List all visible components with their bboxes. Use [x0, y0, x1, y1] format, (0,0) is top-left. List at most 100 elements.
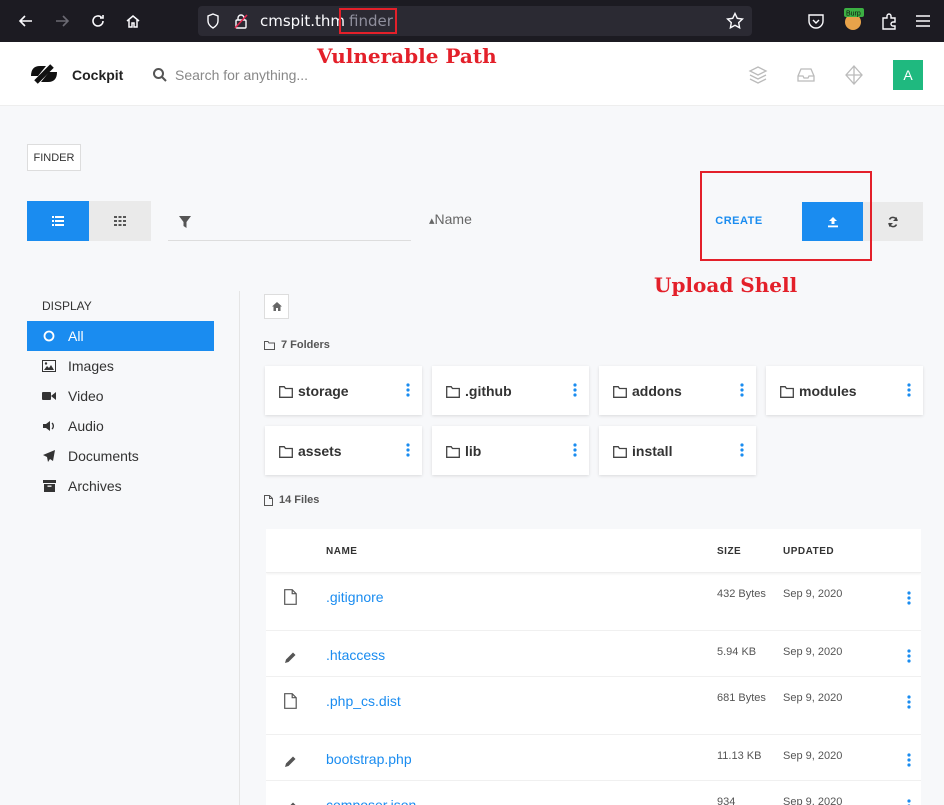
filter-input[interactable] — [168, 201, 411, 241]
table-row[interactable]: bootstrap.php 11.13 KB Sep 9, 2020 — [266, 735, 921, 781]
back-arrow-icon[interactable] — [16, 11, 36, 31]
list-view-button[interactable] — [27, 201, 89, 241]
column-header-updated[interactable]: UPDATED — [783, 546, 834, 557]
folder-card[interactable]: lib — [432, 426, 589, 475]
files-count: 14 Files — [264, 494, 319, 506]
folder-card[interactable]: modules — [766, 366, 923, 415]
kebab-menu-icon[interactable] — [573, 443, 577, 457]
refresh-button[interactable] — [863, 202, 923, 241]
file-name-link[interactable]: .htaccess — [326, 647, 385, 663]
file-icon — [264, 494, 273, 506]
kebab-menu-icon[interactable] — [907, 798, 911, 805]
kebab-menu-icon[interactable] — [406, 383, 410, 397]
finder-breadcrumb[interactable]: FINDER — [27, 144, 81, 171]
file-name-link[interactable]: .php_cs.dist — [326, 693, 401, 709]
file-size: 934 — [717, 796, 736, 805]
svg-text:Burp: Burp — [846, 11, 861, 18]
kebab-menu-icon[interactable] — [573, 383, 577, 397]
files-count-label: 14 Files — [279, 494, 320, 506]
kebab-menu-icon[interactable] — [907, 752, 911, 767]
refresh-icon — [888, 216, 898, 227]
folder-name: .github — [465, 382, 512, 399]
forward-arrow-icon[interactable] — [52, 11, 72, 31]
url-bar[interactable]: cmspit.thm finder — [198, 6, 752, 36]
file-updated: Sep 9, 2020 — [783, 692, 843, 704]
layers-icon[interactable] — [747, 64, 769, 86]
table-row[interactable]: .htaccess 5.94 KB Sep 9, 2020 — [266, 631, 921, 677]
bookmark-star-icon[interactable] — [725, 11, 745, 34]
kebab-menu-icon[interactable] — [907, 694, 911, 709]
diamond-icon[interactable] — [843, 64, 865, 86]
folder-icon — [264, 340, 275, 350]
paper-plane-icon — [41, 448, 57, 464]
avatar[interactable]: A — [893, 60, 923, 90]
sidebar-item-images[interactable]: Images — [27, 351, 214, 381]
column-header-name[interactable]: NAME — [326, 546, 357, 557]
kebab-menu-icon[interactable] — [907, 648, 911, 663]
sidebar-item-label: Video — [68, 388, 104, 404]
home-icon — [271, 302, 282, 311]
sidebar-divider — [239, 291, 240, 805]
burp-extension-icon[interactable]: Burp — [842, 8, 866, 36]
sidebar-item-label: Archives — [68, 478, 122, 494]
sidebar-item-label: Documents — [68, 448, 139, 464]
table-row[interactable]: .php_cs.dist 681 Bytes Sep 9, 2020 — [266, 677, 921, 735]
folder-icon — [613, 445, 627, 458]
column-header-size[interactable]: SIZE — [717, 546, 741, 557]
circle-icon — [41, 328, 57, 344]
grid-view-button[interactable] — [89, 201, 151, 241]
sidebar-item-documents[interactable]: Documents — [27, 441, 214, 471]
sidebar-item-label: All — [68, 328, 84, 344]
app-name[interactable]: Cockpit — [72, 67, 123, 83]
kebab-menu-icon[interactable] — [740, 383, 744, 397]
file-name-link[interactable]: .gitignore — [326, 589, 384, 605]
kebab-menu-icon[interactable] — [406, 443, 410, 457]
sidebar-item-video[interactable]: Video — [27, 381, 214, 411]
sidebar-item-archives[interactable]: Archives — [27, 471, 214, 501]
upload-shell-highlight — [700, 171, 872, 261]
folder-icon — [279, 445, 293, 458]
pocket-icon[interactable] — [807, 12, 825, 34]
file-name-link[interactable]: composer.json — [326, 797, 416, 805]
menu-hamburger-icon[interactable] — [915, 13, 931, 33]
folders-count-label: 7 Folders — [281, 339, 330, 351]
lock-warning-icon — [234, 13, 248, 33]
home-breadcrumb-button[interactable] — [264, 294, 289, 319]
shield-icon — [206, 13, 220, 33]
browser-toolbar: cmspit.thm finder Burp — [0, 0, 944, 42]
reload-icon[interactable] — [88, 11, 108, 31]
sort-by-name[interactable]: ▴︎Name — [429, 211, 472, 227]
file-name-link[interactable]: bootstrap.php — [326, 751, 412, 767]
folder-card[interactable]: storage — [265, 366, 422, 415]
folder-icon — [446, 445, 460, 458]
table-row[interactable]: composer.json 934 Sep 9, 2020 — [266, 781, 921, 805]
folder-card[interactable]: assets — [265, 426, 422, 475]
files-table: NAME SIZE UPDATED .gitignore 432 Bytes Sep… — [266, 529, 921, 805]
inbox-icon[interactable] — [795, 64, 817, 86]
table-row[interactable]: .gitignore 432 Bytes Sep 9, 2020 — [266, 573, 921, 631]
home-icon[interactable] — [123, 11, 143, 31]
folder-name: modules — [799, 382, 857, 399]
vulnerable-path-highlight — [339, 8, 397, 34]
folder-icon — [446, 385, 460, 398]
kebab-menu-icon[interactable] — [907, 590, 911, 605]
sort-label: Name — [434, 211, 472, 227]
sidebar-item-audio[interactable]: Audio — [27, 411, 214, 441]
extensions-puzzle-icon[interactable] — [880, 12, 898, 34]
sidebar-item-all[interactable]: All — [27, 321, 214, 351]
kebab-menu-icon[interactable] — [740, 443, 744, 457]
upload-shell-annotation: Upload Shell — [654, 273, 798, 297]
file-size: 11.13 KB — [717, 750, 762, 762]
kebab-menu-icon[interactable] — [907, 383, 911, 397]
folder-card[interactable]: addons — [599, 366, 756, 415]
folder-card[interactable]: .github — [432, 366, 589, 415]
folder-card[interactable]: install — [599, 426, 756, 475]
folder-icon — [780, 385, 794, 398]
file-icon — [284, 589, 298, 605]
cockpit-logo-icon[interactable] — [28, 62, 60, 86]
folder-name: storage — [298, 382, 349, 399]
url-host: cmspit.thm — [260, 12, 346, 30]
file-updated: Sep 9, 2020 — [783, 750, 843, 762]
folder-name: addons — [632, 382, 682, 399]
filter-icon — [178, 214, 192, 228]
